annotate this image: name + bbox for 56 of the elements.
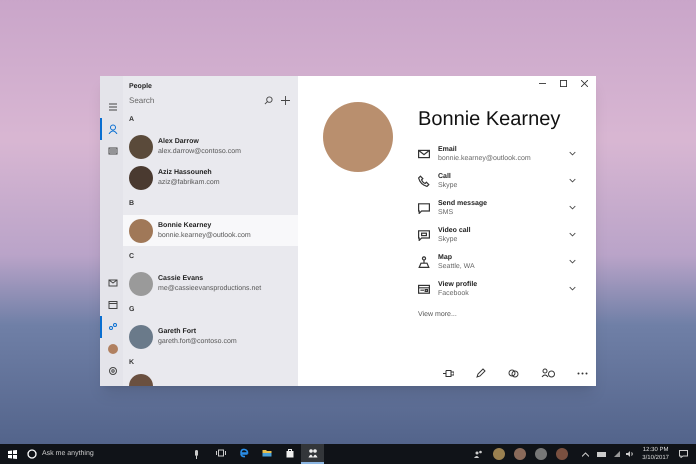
task-view-icon [216, 448, 226, 458]
minimize-icon[interactable] [539, 80, 546, 87]
settings-icon [108, 366, 118, 376]
people-icon [308, 448, 318, 458]
avatar-placeholder[interactable] [556, 448, 568, 460]
people-icon [108, 322, 118, 332]
card-icon [108, 146, 118, 156]
avatar-placeholder [129, 272, 153, 296]
maximize-icon[interactable] [560, 80, 567, 87]
browser-e-icon [238, 448, 248, 458]
speaker-icon[interactable] [626, 451, 634, 457]
chevron-up-icon[interactable] [582, 452, 590, 456]
avatar-placeholder [108, 344, 118, 354]
add-icon[interactable] [281, 96, 290, 106]
person-icon [108, 124, 118, 134]
chevron-down-icon [569, 150, 576, 157]
envelope-icon [418, 148, 430, 160]
avatar-placeholder [129, 134, 153, 158]
contact-name: Bonnie Kearney [418, 107, 562, 132]
phone-icon [418, 174, 430, 186]
network-icon[interactable] [614, 451, 620, 457]
chevron-down-icon [569, 204, 576, 211]
taskbar-app-button[interactable] [301, 444, 324, 464]
mail-icon [108, 278, 118, 288]
chevron-down-icon [569, 258, 576, 265]
close-icon[interactable] [581, 80, 588, 87]
circle-icon [27, 449, 37, 459]
avatar-placeholder[interactable] [535, 448, 548, 460]
chevron-down-icon [569, 231, 576, 238]
more-icon[interactable] [577, 372, 588, 374]
search-field[interactable]: Search [129, 94, 256, 107]
folder-icon [262, 448, 272, 458]
chevron-down-icon [569, 285, 576, 292]
pencil-icon[interactable] [476, 368, 486, 378]
avatar-placeholder [129, 218, 153, 242]
avatar-placeholder [129, 166, 153, 190]
people-emoji-icon[interactable] [541, 368, 555, 378]
notifications-icon[interactable] [679, 450, 688, 458]
avatar-placeholder[interactable] [514, 448, 526, 460]
video-chat-icon [418, 228, 430, 240]
calendar-icon [108, 300, 118, 310]
avatar-placeholder [129, 324, 153, 348]
people-icon[interactable] [474, 450, 484, 458]
avatar-placeholder[interactable] [493, 448, 506, 460]
search-icon[interactable] [264, 96, 273, 106]
battery-icon[interactable] [597, 452, 606, 456]
link-icon[interactable] [508, 368, 519, 378]
chevron-down-icon [569, 177, 576, 184]
windows-logo-icon[interactable] [8, 450, 17, 458]
shopping-bag-icon [284, 448, 294, 458]
menu-icon [108, 102, 118, 112]
chat-bubble-icon [418, 202, 430, 214]
microphone-icon[interactable] [194, 450, 199, 458]
pin-icon[interactable] [443, 368, 454, 378]
map-pin-icon [418, 256, 430, 268]
profile-card-icon [418, 282, 430, 294]
